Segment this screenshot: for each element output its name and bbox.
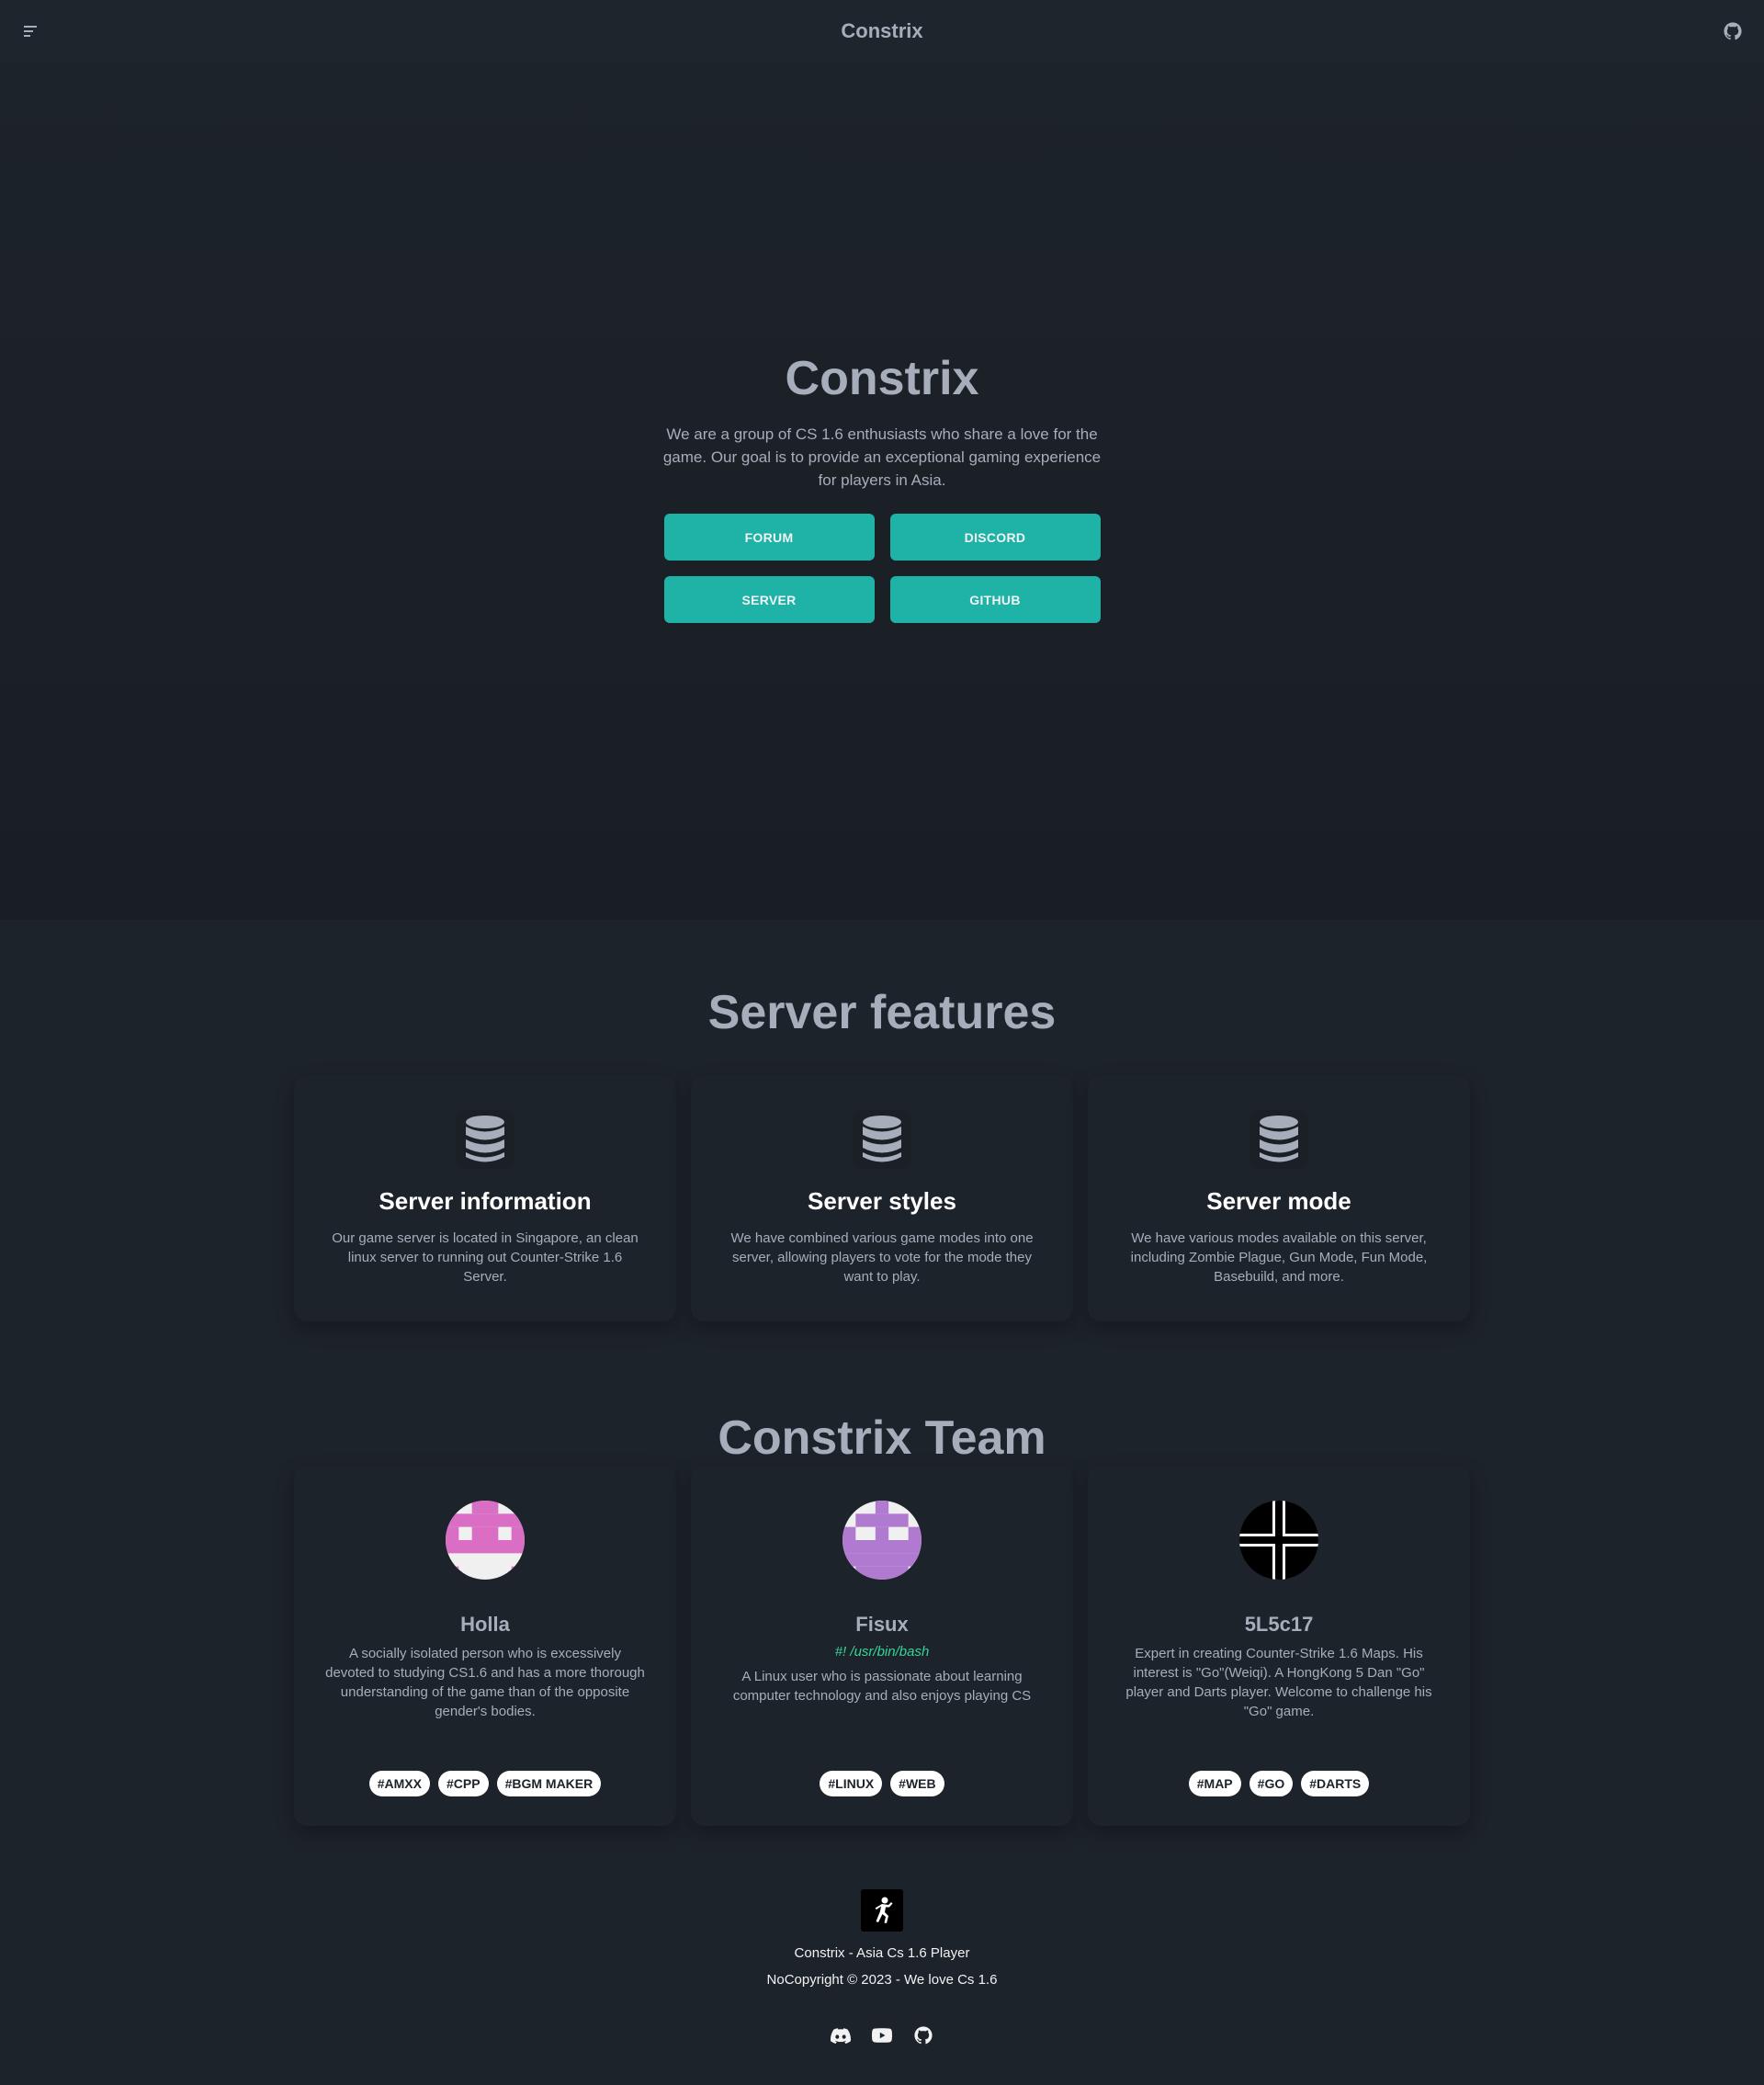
team-card-5l5c17: 5L5c17 Expert in creating Counter-Strike… (1088, 1466, 1470, 1826)
member-tags: #AMXX #CPP #BGM MAKER (294, 1771, 676, 1796)
feature-title: Server styles (808, 1187, 956, 1215)
feature-description: Our game server is located in Singapore,… (332, 1230, 639, 1285)
tag-badge: #MAP (1188, 1771, 1241, 1796)
github-button[interactable]: GITHUB (889, 576, 1101, 623)
database-icon (1250, 1110, 1308, 1169)
feature-title: Server information (379, 1187, 592, 1215)
hero-section: Constrix We are a group of CS 1.6 enthus… (0, 62, 1764, 920)
features-title: Server features (707, 986, 1057, 1039)
footer-tagline: Constrix - Asia Cs 1.6 Player (794, 1945, 970, 1961)
navbar: Constrix (0, 0, 1764, 62)
hero-description: We are a group of CS 1.6 enthusiasts who… (662, 425, 1102, 489)
footer-copyright: NoCopyright © 2023 - We love Cs 1.6 (766, 1972, 998, 1988)
feature-description: We have combined various game modes into… (730, 1230, 1034, 1285)
tag-badge: #AMXX (368, 1771, 430, 1796)
member-tags: #LINUX #WEB (691, 1771, 1073, 1796)
hero-title: Constrix (785, 352, 979, 405)
member-description: A socially isolated person who is excess… (325, 1646, 645, 1719)
github-icon[interactable] (912, 2024, 934, 2046)
feature-description: We have various modes available on this … (1130, 1230, 1428, 1285)
member-name: Holla (460, 1613, 510, 1636)
footer: Constrix - Asia Cs 1.6 Player NoCopyrigh… (0, 1875, 1764, 2046)
team-card-fisux: Fisux #! /usr/bin/bash A Linux user who … (691, 1466, 1073, 1826)
youtube-icon[interactable] (871, 2024, 893, 2046)
feature-card-styles: Server styles We have combined various g… (691, 1075, 1073, 1321)
team-card-holla: Holla A socially isolated person who is … (294, 1466, 676, 1826)
tag-badge: #BGM MAKER (496, 1771, 602, 1796)
forum-button[interactable]: FORUM (663, 514, 875, 561)
navbar-title[interactable]: Constrix (841, 19, 922, 43)
tag-badge: #GO (1249, 1771, 1294, 1796)
avatar (446, 1501, 525, 1580)
member-tags: #MAP #GO #DARTS (1088, 1771, 1470, 1796)
server-button[interactable]: SERVER (663, 576, 875, 623)
tag-badge: #WEB (890, 1771, 944, 1796)
tag-badge: #LINUX (820, 1771, 883, 1796)
team-title: Constrix Team (718, 1411, 1046, 1465)
hero-buttons: FORUM DISCORD SERVER GITHUB (663, 514, 1101, 623)
feature-card-mode: Server mode We have various modes availa… (1088, 1075, 1470, 1321)
avatar (1239, 1501, 1318, 1580)
discord-icon[interactable] (830, 2024, 852, 2046)
feature-title: Server mode (1206, 1187, 1351, 1215)
member-description: A Linux user who is passionate about lea… (732, 1669, 1032, 1704)
feature-card-information: Server information Our game server is lo… (294, 1075, 676, 1321)
tag-badge: #CPP (437, 1771, 489, 1796)
menu-icon[interactable] (18, 18, 44, 44)
database-icon (456, 1110, 514, 1169)
member-subtitle: #! /usr/bin/bash (834, 1644, 930, 1660)
counter-strike-logo-icon (861, 1889, 903, 1932)
avatar (842, 1501, 922, 1580)
member-name: Fisux (855, 1613, 909, 1636)
github-icon[interactable] (1720, 18, 1746, 44)
database-icon (853, 1110, 911, 1169)
social-links (830, 2024, 934, 2046)
discord-button[interactable]: DISCORD (889, 514, 1101, 561)
member-name: 5L5c17 (1244, 1613, 1314, 1636)
member-description: Expert in creating Counter-Strike 1.6 Ma… (1125, 1646, 1432, 1719)
tag-badge: #DARTS (1301, 1771, 1370, 1796)
